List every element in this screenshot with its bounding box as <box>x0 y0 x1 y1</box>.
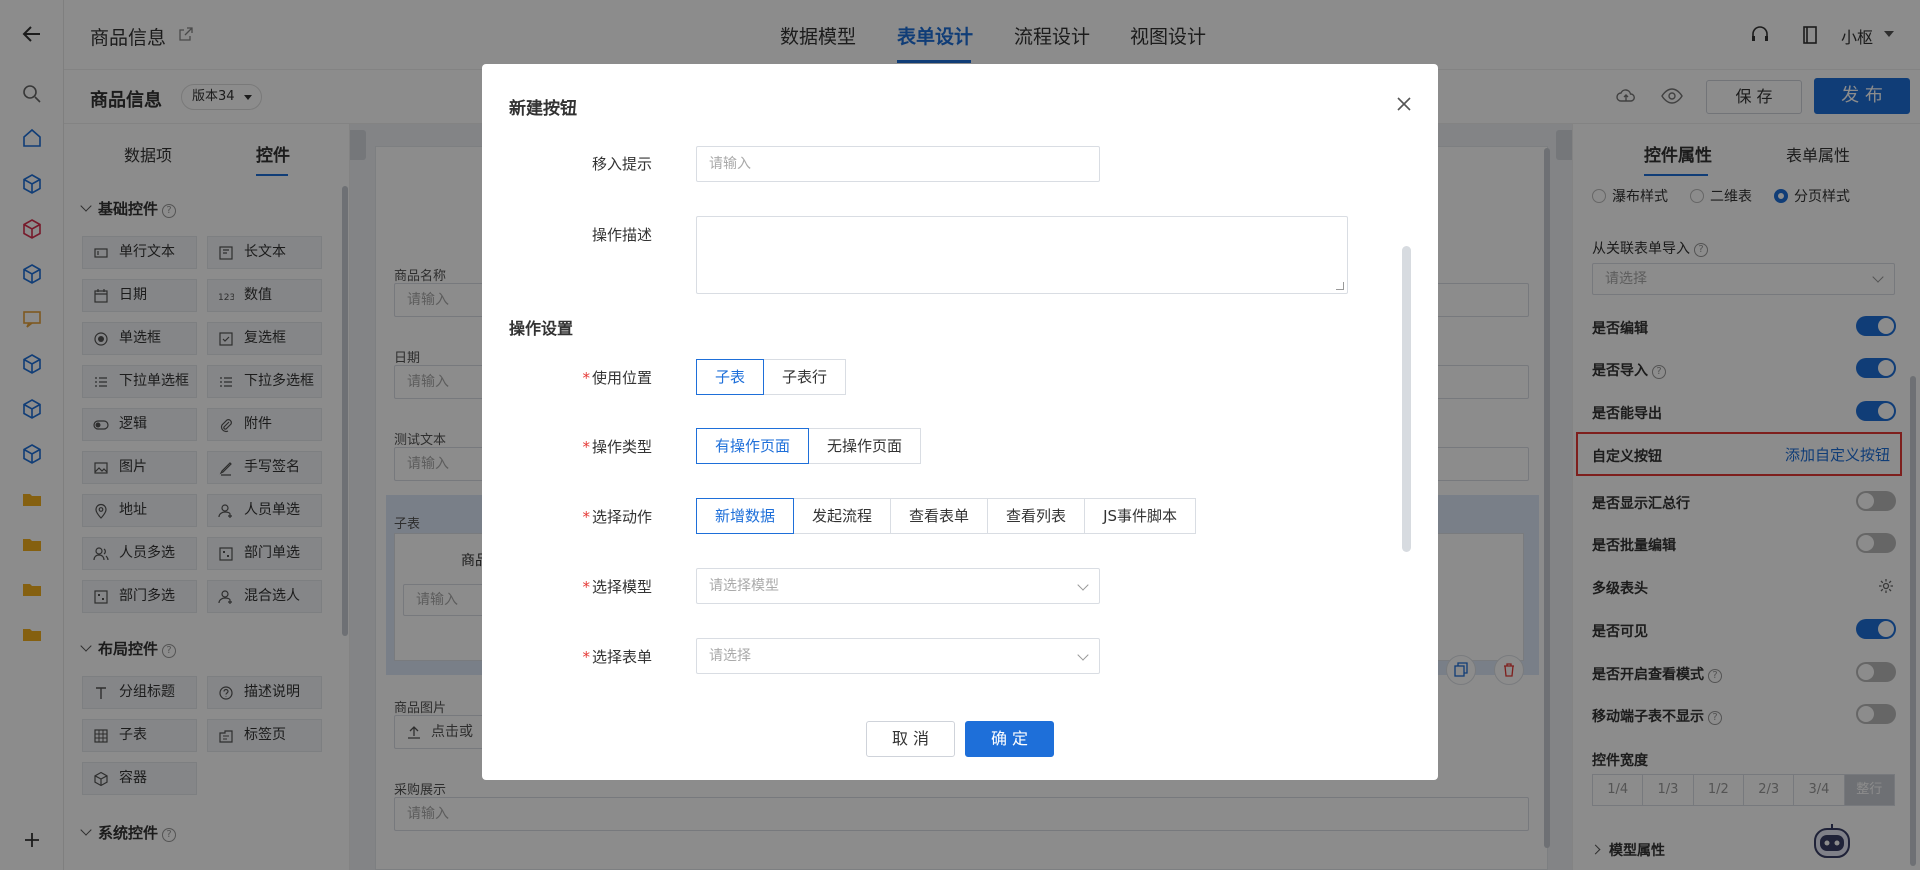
confirm-button[interactable]: 确 定 <box>965 721 1054 757</box>
desc-label: 操作描述 <box>591 226 652 244</box>
action-label: * 选择动作 <box>582 508 652 526</box>
cancel-button[interactable]: 取 消 <box>866 721 955 757</box>
section-title: 操作设置 <box>509 319 574 338</box>
option-subtable-row[interactable]: 子表行 <box>763 359 847 395</box>
option-with-page[interactable]: 有操作页面 <box>696 428 810 464</box>
option-view-form[interactable]: 查看表单 <box>890 498 989 534</box>
position-label: * 使用位置 <box>582 369 652 387</box>
form-label: * 选择表单 <box>582 648 652 666</box>
dialog-title: 新建按钮 <box>509 99 577 119</box>
move-tip-input[interactable]: 请输入 <box>696 146 1100 182</box>
desc-textarea[interactable] <box>696 216 1348 294</box>
dialog-scrollbar[interactable] <box>1402 246 1411 552</box>
chevron-down-icon <box>1077 649 1089 661</box>
action-segmented: 新增数据 发起流程 查看表单 查看列表 JS事件脚本 <box>696 498 1197 534</box>
option-start-flow[interactable]: 发起流程 <box>793 498 892 534</box>
move-tip-label: 移入提示 <box>591 155 652 173</box>
model-label: * 选择模型 <box>582 578 652 596</box>
position-segmented: 子表 子表行 <box>696 359 847 395</box>
form-select[interactable]: 请选择 <box>696 638 1100 674</box>
op-type-label: * 操作类型 <box>582 438 652 456</box>
op-type-segmented: 有操作页面 无操作页面 <box>696 428 922 464</box>
option-js-script[interactable]: JS事件脚本 <box>1084 498 1197 534</box>
new-button-dialog: 新建按钮 移入提示 请输入 操作描述 操作设置 * 使用位置 子表 子表行 * 操作… <box>482 64 1438 780</box>
option-add-data[interactable]: 新增数据 <box>696 498 795 534</box>
option-subtable[interactable]: 子表 <box>696 359 765 395</box>
model-select[interactable]: 请选择模型 <box>696 568 1100 604</box>
chevron-down-icon <box>1077 579 1089 591</box>
resize-handle-icon[interactable] <box>1336 282 1344 290</box>
option-without-page[interactable]: 无操作页面 <box>808 428 922 464</box>
option-view-list[interactable]: 查看列表 <box>987 498 1086 534</box>
close-icon[interactable] <box>1396 96 1412 112</box>
